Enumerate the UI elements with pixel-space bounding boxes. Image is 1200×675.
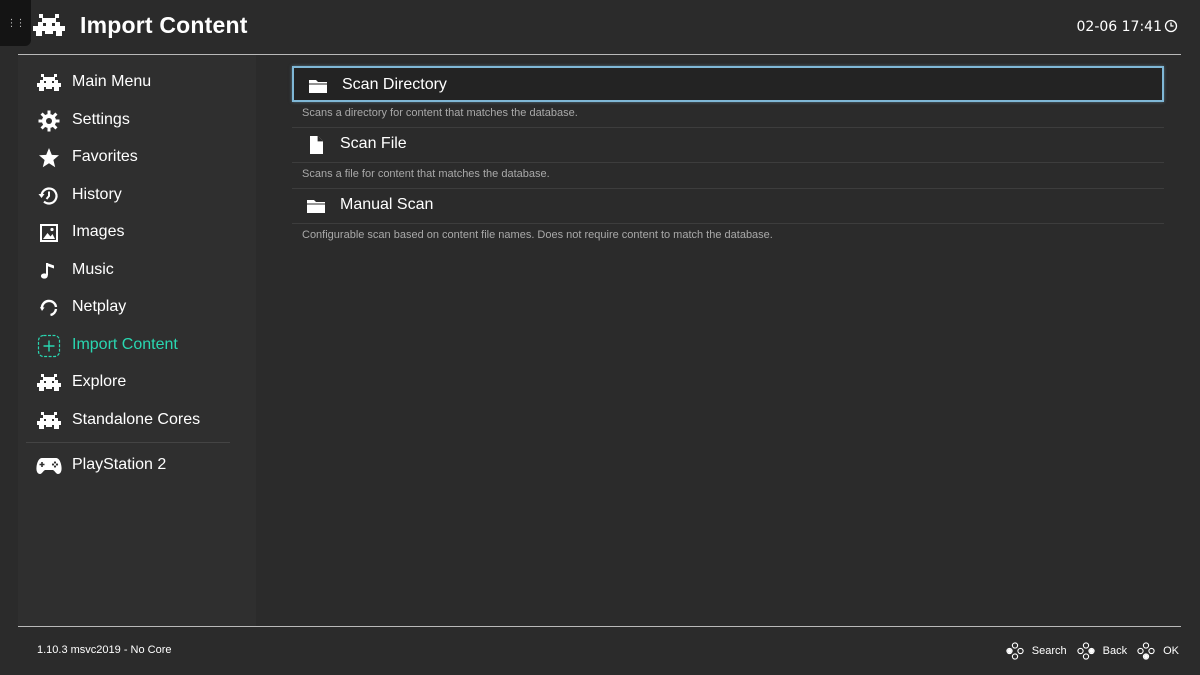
entry-row[interactable]: Manual Scan (292, 188, 1164, 224)
divider (292, 162, 1164, 163)
music-note-icon (40, 263, 54, 279)
retroarch-invader-icon (37, 74, 61, 91)
sidebar-item-label: Import Content (72, 336, 178, 353)
sidebar-item-label: History (72, 186, 122, 203)
sidebar-item-settings[interactable]: Settings (18, 102, 256, 139)
dpad-buttons-icon (1137, 642, 1155, 660)
sidebar-item-label: Favorites (72, 148, 138, 165)
sidebar-item-playstation-2[interactable]: PlayStation 2 (18, 447, 256, 484)
image-icon (40, 224, 58, 242)
clock-icon (1164, 19, 1178, 33)
history-icon (38, 187, 58, 205)
sidebar-item-label: Netplay (72, 298, 127, 315)
footer-divider (18, 626, 1181, 627)
sidebar-item-label: Standalone Cores (72, 411, 201, 428)
sidebar-item-history[interactable]: History (18, 177, 256, 214)
action-label: OK (1163, 645, 1179, 657)
action-label: Back (1102, 645, 1128, 657)
footer-actions: Search Back OK (996, 641, 1179, 661)
entry-label: Scan Directory (342, 76, 447, 93)
dpad-buttons-icon (1076, 642, 1095, 660)
list-item-scan-directory[interactable]: Scan Directory Scans a directory for con… (292, 66, 1164, 128)
entry-row[interactable]: Scan Directory (292, 66, 1164, 102)
entry-label: Manual Scan (340, 196, 434, 213)
entry-description: Configurable scan based on content file … (302, 229, 773, 241)
dpad-buttons-icon (1006, 642, 1024, 660)
sidebar-item-music[interactable]: Music (18, 252, 256, 289)
star-icon (39, 148, 59, 168)
sidebar: Main Menu Settings Favorites History Ima… (18, 55, 256, 626)
retroarch-invader-icon (37, 374, 61, 391)
file-icon (310, 136, 323, 154)
entry-label: Scan File (340, 135, 407, 152)
sidebar-item-label: Music (72, 261, 114, 278)
sidebar-item-label: Images (72, 223, 125, 240)
sidebar-item-label: Main Menu (72, 73, 152, 90)
sidebar-item-label: Explore (72, 373, 127, 390)
sidebar-item-netplay[interactable]: Netplay (18, 289, 256, 326)
sidebar-item-images[interactable]: Images (18, 214, 256, 251)
action-label: Search (1031, 645, 1067, 657)
folder-icon (307, 200, 325, 213)
sidebar-item-label: Settings (72, 111, 130, 128)
retroarch-invader-icon (37, 412, 61, 429)
list-item-manual-scan[interactable]: Manual Scan Configurable scan based on c… (292, 188, 1164, 249)
gamepad-icon (36, 458, 62, 474)
header: Import Content 02-06 17:41 (0, 0, 1200, 54)
divider (292, 223, 1164, 224)
folder-icon (309, 80, 327, 93)
plus-icon (37, 334, 61, 358)
clock-text: 02-06 17:41 (1076, 19, 1162, 35)
sidebar-item-standalone-cores[interactable]: Standalone Cores (18, 402, 256, 439)
sidebar-item-explore[interactable]: Explore (18, 364, 256, 401)
ok-action[interactable]: OK (1137, 642, 1179, 660)
sidebar-item-import-content[interactable]: Import Content (18, 327, 256, 364)
entry-row[interactable]: Scan File (292, 127, 1164, 163)
page-title: Import Content (80, 12, 248, 38)
sidebar-item-label: PlayStation 2 (72, 456, 167, 473)
list-item-scan-file[interactable]: Scan File Scans a file for content that … (292, 127, 1164, 189)
netplay-icon (40, 299, 58, 317)
gear-icon (38, 110, 60, 132)
version-text: 1.10.3 msvc2019 - No Core (37, 644, 172, 656)
sidebar-divider (26, 442, 230, 443)
entry-description: Scans a directory for content that match… (302, 107, 578, 119)
entry-description: Scans a file for content that matches th… (302, 168, 550, 180)
back-action[interactable]: Back (1076, 642, 1128, 660)
search-action[interactable]: Search (1006, 642, 1067, 660)
retroarch-logo-icon (33, 14, 65, 36)
sidebar-item-main-menu[interactable]: Main Menu (18, 64, 256, 101)
content-list: Scan Directory Scans a directory for con… (292, 66, 1164, 249)
sidebar-item-favorites[interactable]: Favorites (18, 139, 256, 176)
